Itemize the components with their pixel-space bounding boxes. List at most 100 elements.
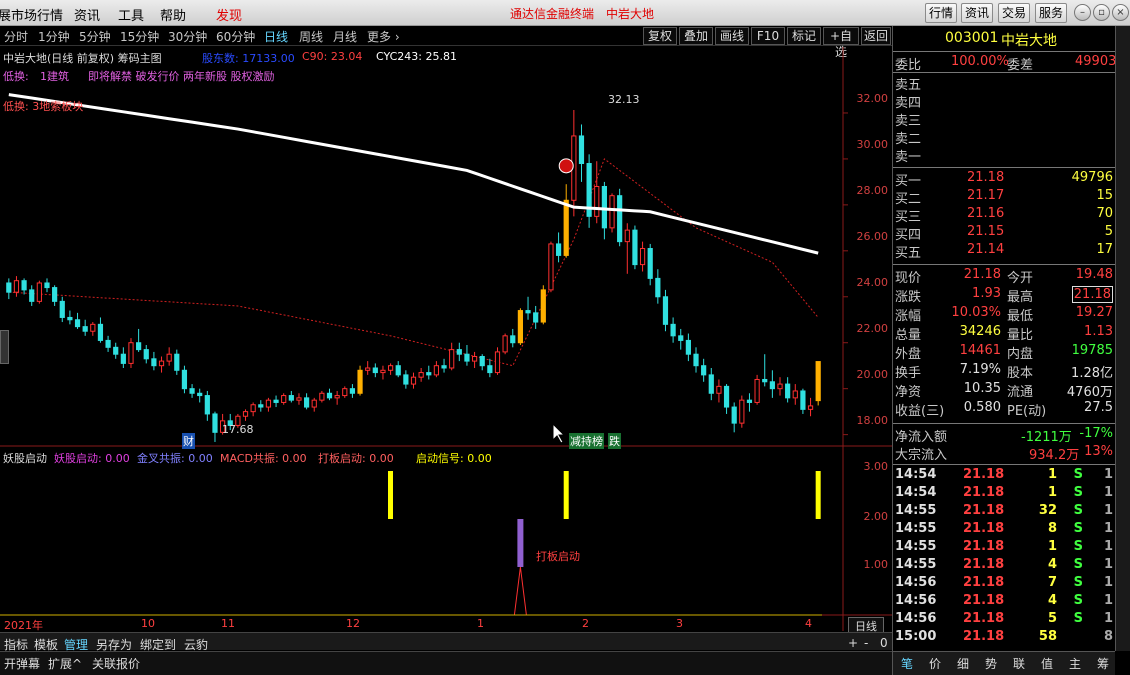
zoom-reset-icon[interactable]: 0	[880, 636, 888, 650]
period-15min[interactable]: 15分钟	[120, 28, 159, 45]
menu-market[interactable]: 展市场行情	[0, 5, 63, 24]
candle-body	[281, 395, 287, 403]
candle-body	[739, 399, 745, 424]
menu-news[interactable]: 资讯	[74, 5, 100, 24]
buy-level: 买二 21.17 15	[895, 188, 1113, 207]
stock-title: 003001 中岩大地	[893, 30, 1115, 50]
chart-line3: 低换: 3地索板块	[3, 100, 84, 113]
stat-row: 换手 7.19% 股本 1.28亿	[895, 362, 1113, 381]
candle-body	[792, 390, 798, 399]
quote-button[interactable]: 行情	[925, 3, 958, 23]
maximize-icon[interactable]: ▫	[1093, 4, 1110, 21]
wc-value: 49903	[1075, 54, 1117, 69]
signal-bar	[563, 471, 569, 519]
candle-body	[120, 353, 126, 364]
candle-body	[433, 365, 440, 376]
candle-body	[59, 300, 65, 318]
side-scrollbar[interactable]	[1115, 26, 1130, 651]
period-60min[interactable]: 60分钟	[216, 28, 255, 45]
side-tab-trades[interactable]: 笔	[901, 655, 913, 672]
candle-body	[456, 349, 462, 355]
period-5min[interactable]: 5分钟	[79, 28, 111, 45]
tab-related-quote[interactable]: 关联报价	[92, 655, 140, 672]
side-tab-value[interactable]: 值	[1041, 655, 1053, 672]
sub-indicator-title: 妖股启动	[3, 452, 47, 465]
candle-body	[387, 365, 394, 371]
trade-tick-row: 14:55 21.18 8 S 1	[895, 521, 1113, 536]
candle-body	[311, 399, 317, 408]
candle-body	[357, 369, 363, 394]
candle-body	[288, 395, 294, 401]
mouse-cursor-icon	[552, 422, 566, 444]
period-30min[interactable]: 30分钟	[168, 28, 207, 45]
wc-label: 委差	[1007, 58, 1034, 73]
period-more[interactable]: 更多 ›	[367, 28, 400, 45]
mark-button[interactable]: 标记	[787, 27, 821, 45]
tab-extend[interactable]: 扩展^	[48, 655, 82, 672]
menu-help[interactable]: 帮助	[160, 5, 186, 24]
candle-body	[372, 367, 378, 374]
high-price-label: 32.13	[608, 93, 640, 106]
period-week[interactable]: 周线	[299, 28, 323, 45]
zoom-out-icon[interactable]: -	[864, 636, 868, 650]
trade-tick-row: 14:56 21.18 7 S 1	[895, 575, 1113, 590]
candle-body	[52, 287, 58, 302]
function-tabbar: 开弹幕 扩展^ 关联报价	[0, 651, 892, 675]
side-tab-chips[interactable]: 筹	[1097, 655, 1109, 672]
candle-body	[151, 358, 157, 367]
menu-tools[interactable]: 工具	[118, 5, 144, 24]
candle-body	[265, 399, 272, 408]
close-icon[interactable]: ×	[1112, 4, 1129, 21]
candle-body	[403, 374, 409, 385]
tab-danmaku[interactable]: 开弹幕	[4, 655, 40, 672]
period-month[interactable]: 月线	[333, 28, 357, 45]
chart-field-c90: C90: 23.04	[302, 50, 363, 63]
minimize-icon[interactable]: –	[1074, 4, 1091, 21]
adjust-button[interactable]: 复权	[643, 27, 677, 45]
candle-body	[6, 282, 12, 293]
sell-level: 卖三	[895, 114, 922, 129]
candle-body	[662, 296, 669, 325]
draw-button[interactable]: 画线	[715, 27, 749, 45]
date-label: 11	[221, 617, 235, 630]
hotlist-marker[interactable]: 减持榜	[569, 433, 604, 449]
sub-field-db: 打板启动: 0.00	[318, 452, 394, 465]
candle-body	[548, 243, 554, 291]
price-tick: 30.00	[856, 138, 889, 151]
news-button[interactable]: 资讯	[961, 3, 994, 23]
side-tab-price[interactable]: 价	[929, 655, 941, 672]
period-day[interactable]: 日线	[264, 28, 288, 45]
candle-body	[807, 405, 814, 410]
side-tab-main[interactable]: 主	[1069, 655, 1081, 672]
stat-row: 总量 34246 量比 1.13	[895, 324, 1113, 343]
candle-body	[777, 383, 783, 390]
panel-collapse-handle[interactable]	[0, 330, 9, 364]
period-tick[interactable]: 分时	[4, 28, 28, 45]
f10-button[interactable]: F10	[751, 27, 785, 45]
menu-discover[interactable]: 发现	[216, 5, 242, 24]
sell-level: 卖一	[895, 150, 922, 165]
price-tick: 28.00	[856, 184, 889, 197]
chart-line2-label: 低换:	[3, 70, 29, 83]
kline-chart[interactable]	[0, 47, 892, 631]
sell-level: 卖四	[895, 96, 922, 111]
candle-body	[723, 385, 730, 408]
candle-body	[517, 310, 523, 344]
finance-marker-icon[interactable]: 财	[182, 433, 195, 449]
zoom-in-icon[interactable]: +	[848, 636, 858, 650]
side-tab-detail[interactable]: 细	[957, 655, 969, 672]
side-tab-trend[interactable]: 势	[985, 655, 997, 672]
candle-body	[487, 365, 493, 374]
candle-body	[304, 397, 310, 408]
back-button[interactable]: 返回	[861, 27, 891, 45]
side-tab-related[interactable]: 联	[1013, 655, 1025, 672]
sub-field-jc: 金叉共振: 0.00	[137, 452, 213, 465]
candle-body	[555, 243, 562, 256]
add-watchlist-button[interactable]: +自选	[823, 27, 859, 59]
period-1min[interactable]: 1分钟	[38, 28, 70, 45]
service-button[interactable]: 服务	[1035, 3, 1068, 23]
candle-body	[136, 342, 142, 351]
trade-button[interactable]: 交易	[998, 3, 1031, 23]
drop-marker[interactable]: 跌	[608, 433, 621, 449]
overlay-button[interactable]: 叠加	[679, 27, 713, 45]
